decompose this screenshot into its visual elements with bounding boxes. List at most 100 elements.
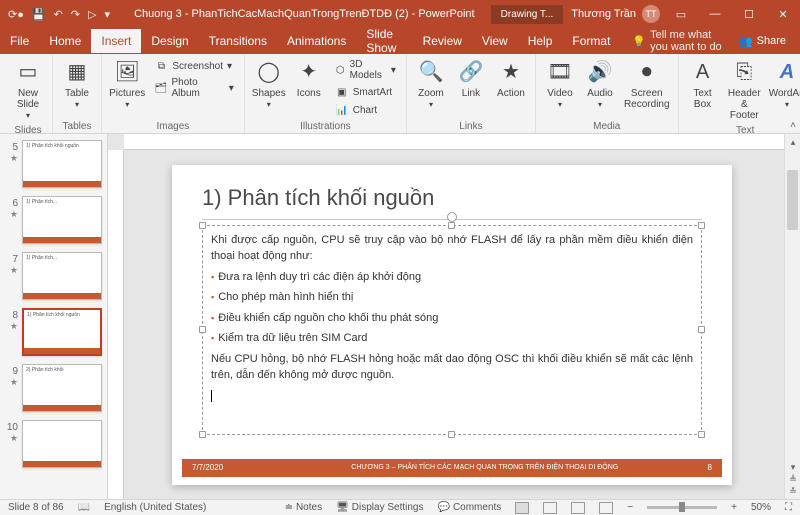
tab-design[interactable]: Design [141, 29, 198, 53]
smartart-button[interactable]: ▣SmartArt [331, 84, 400, 100]
minimize-icon[interactable]: — [698, 0, 732, 28]
tell-me[interactable]: 💡 Tell me what you want to do [632, 29, 725, 53]
zoom-slider-handle[interactable] [679, 502, 685, 512]
content-textbox[interactable]: Khi được cấp nguồn, CPU sẽ truy cập vào … [202, 225, 702, 435]
zoom-percent[interactable]: 50% [751, 502, 771, 513]
tab-transitions[interactable]: Transitions [199, 29, 277, 53]
chart-button[interactable]: 📊Chart [331, 102, 400, 118]
slide-counter[interactable]: Slide 8 of 86 [8, 502, 64, 513]
next-slide-icon[interactable]: ≛ [785, 483, 800, 499]
shapes-button[interactable]: ◯Shapes▾ [251, 56, 287, 112]
tab-animations[interactable]: Animations [277, 29, 356, 53]
tab-help[interactable]: Help [518, 29, 563, 53]
fit-window-icon[interactable]: ⛶ [785, 502, 792, 513]
header-footer-button[interactable]: ⎘Header & Footer [725, 56, 765, 123]
photo-album-button[interactable]: 🗂Photo Album ▾ [150, 76, 237, 100]
autosave-icon[interactable]: ⟳● [8, 8, 24, 21]
resize-handle[interactable] [199, 326, 206, 333]
ribbon-options-icon[interactable]: ▭ [664, 0, 698, 28]
pictures-button[interactable]: 🖼 Pictures ▾ [108, 56, 146, 112]
document-title: Chuong 3 - PhanTichCacMachQuanTrongTrenĐ… [118, 8, 491, 20]
comments-icon: 💬 [437, 502, 449, 513]
rotation-handle-icon[interactable] [447, 212, 457, 222]
video-button[interactable]: 🎞Video▾ [542, 56, 578, 112]
zoom-button[interactable]: 🔍Zoom▾ [413, 56, 449, 112]
tab-view[interactable]: View [472, 29, 518, 53]
resize-handle[interactable] [698, 326, 705, 333]
zoom-slider[interactable] [647, 506, 717, 509]
group-media: 🎞Video▾ 🔊Audio▾ ⏺Screen Recording Media [536, 54, 679, 133]
resize-handle[interactable] [698, 222, 705, 229]
link-button[interactable]: 🔗Link [453, 56, 489, 101]
maximize-icon[interactable]: ☐ [732, 0, 766, 28]
startfrombeginning-icon[interactable]: ▷ [88, 8, 96, 21]
save-icon[interactable]: 💾 [32, 8, 46, 21]
textbox-button[interactable]: AText Box [685, 56, 721, 112]
thumbnail[interactable]: 8★1) Phân tích khối nguồn [0, 306, 107, 362]
qat-more-icon[interactable]: ▾ [104, 8, 110, 21]
resize-handle[interactable] [199, 431, 206, 438]
notes-button[interactable]: ≐Notes [285, 502, 323, 513]
group-illustrations: ◯Shapes▾ ✦Icons ⬡3D Models ▾ ▣SmartArt 📊… [245, 54, 407, 133]
quick-access-toolbar: ⟳● 💾 ↶ ↷ ▷ ▾ [0, 8, 118, 21]
collapse-ribbon-icon[interactable]: ˄ [790, 120, 796, 131]
textbox-body[interactable]: Khi được cấp nguồn, CPU sẽ truy cập vào … [211, 232, 693, 405]
tab-file[interactable]: File [0, 29, 39, 53]
tab-review[interactable]: Review [413, 29, 472, 53]
slide-canvas[interactable]: 1) Phân tích khối nguồn Khi được cấp ngu… [172, 165, 732, 485]
zoom-in-icon[interactable]: + [731, 502, 737, 513]
vertical-scrollbar[interactable]: ▴ ▾ ≜ ≛ [784, 134, 800, 499]
tab-insert[interactable]: Insert [91, 29, 141, 53]
thumbnail[interactable]: 6★1) Phân tích... [0, 194, 107, 250]
share-button[interactable]: 👥 Share [725, 35, 800, 48]
user-area[interactable]: Thương Trần TT [571, 5, 664, 23]
close-icon[interactable]: ✕ [766, 0, 800, 28]
comments-button[interactable]: 💬Comments [437, 502, 501, 513]
normal-view-icon[interactable] [515, 502, 529, 514]
resize-handle[interactable] [698, 431, 705, 438]
resize-handle[interactable] [448, 222, 455, 229]
display-settings-button[interactable]: 🖥Display Settings [336, 502, 423, 513]
vertical-ruler[interactable] [108, 150, 124, 499]
scrollbar-thumb[interactable] [787, 170, 798, 230]
screenshot-button[interactable]: ⧉Screenshot ▾ [150, 58, 237, 74]
contextual-tab-label[interactable]: Drawing T... [491, 5, 564, 24]
resize-handle[interactable] [199, 222, 206, 229]
bullet-item: Đưa ra lệnh duy trì các điện áp khởi độn… [211, 269, 693, 286]
thumbnail[interactable]: 5★1) Phân tích khối nguồn [0, 138, 107, 194]
thumbnail[interactable]: 10★ [0, 418, 107, 474]
wordart-button[interactable]: AWordArt▾ [768, 56, 800, 112]
tab-home[interactable]: Home [39, 29, 91, 53]
table-button[interactable]: ▦ Table ▾ [59, 56, 95, 112]
slideshow-view-icon[interactable] [599, 502, 613, 514]
bullet-item: Cho phép màn hình hiển thị [211, 289, 693, 306]
resize-handle[interactable] [448, 431, 455, 438]
header-label: Header & Footer [727, 88, 763, 121]
tab-format[interactable]: Format [562, 29, 620, 53]
thumbnail[interactable]: 9★2) Phân tích khối [0, 362, 107, 418]
reading-view-icon[interactable] [571, 502, 585, 514]
audio-button[interactable]: 🔊Audio▾ [582, 56, 618, 112]
redo-icon[interactable]: ↷ [71, 8, 80, 21]
zoom-label: Zoom [418, 88, 444, 99]
slide-edit-area[interactable]: 1) Phân tích khối nguồn Khi được cấp ngu… [108, 134, 800, 499]
slide-thumbnails[interactable]: 5★1) Phân tích khối nguồn 6★1) Phân tích… [0, 134, 108, 499]
group-tables: ▦ Table ▾ Tables [53, 54, 102, 133]
table-label: Table [65, 88, 89, 99]
zoom-out-icon[interactable]: − [627, 502, 633, 513]
paragraph: Nếu CPU hỏng, bộ nhớ FLASH hỏng hoặc mất… [211, 351, 693, 384]
icons-button[interactable]: ✦Icons [291, 56, 327, 101]
action-button[interactable]: ★Action [493, 56, 529, 101]
undo-icon[interactable]: ↶ [54, 8, 63, 21]
ribbon: ▭ New Slide ▾ Slides ▦ Table ▾ Tables 🖼 … [0, 54, 800, 134]
screenrec-button[interactable]: ⏺Screen Recording [622, 56, 672, 112]
horizontal-ruler[interactable] [124, 134, 800, 150]
language-status[interactable]: English (United States) [104, 502, 206, 513]
3dmodels-button[interactable]: ⬡3D Models ▾ [331, 58, 400, 82]
spellcheck-icon[interactable]: 📖 [78, 502, 90, 513]
slide-title[interactable]: 1) Phân tích khối nguồn [172, 165, 732, 219]
new-slide-button[interactable]: ▭ New Slide ▾ [10, 56, 46, 123]
scroll-up-icon[interactable]: ▴ [785, 134, 800, 150]
sorter-view-icon[interactable] [543, 502, 557, 514]
thumbnail[interactable]: 7★1) Phân tích... [0, 250, 107, 306]
